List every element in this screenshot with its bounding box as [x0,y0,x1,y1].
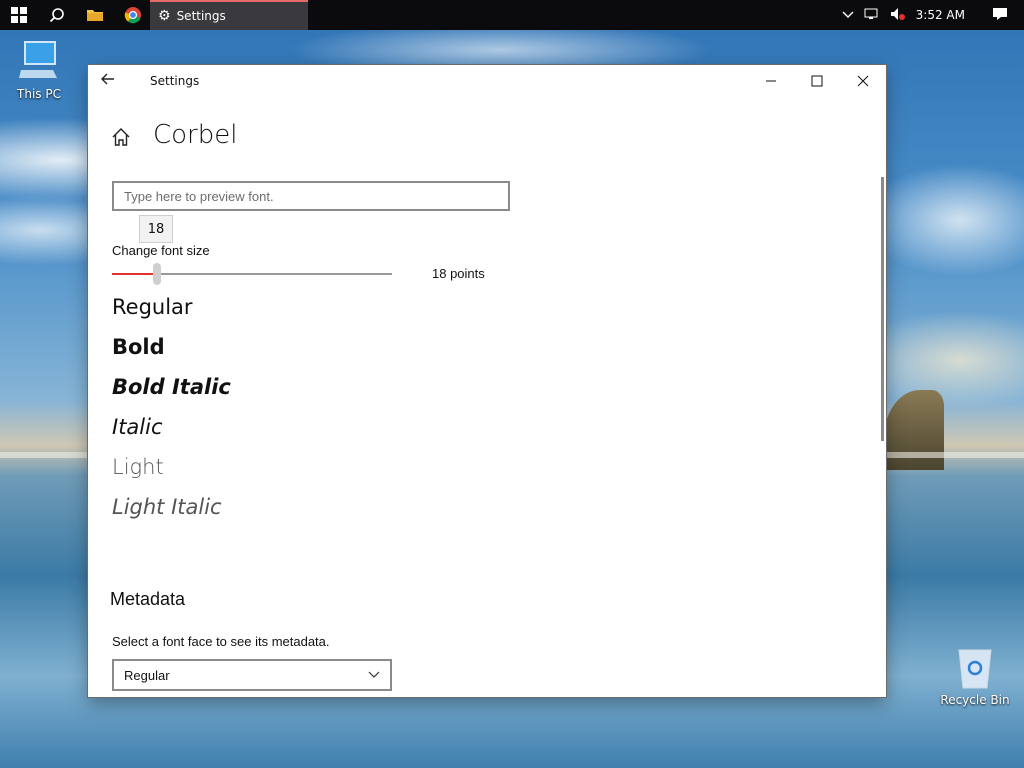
gear-icon: ⚙ [158,8,171,24]
slider-thumb[interactable] [152,263,161,285]
font-size-value: 18 points [432,266,485,281]
network-icon[interactable] [864,7,880,24]
clock[interactable]: 3:52 AM [916,8,965,22]
back-button[interactable] [100,71,116,91]
settings-window: Settings Corbel 18 Change font size 18 p… [88,65,886,697]
start-button[interactable] [0,0,38,30]
system-tray: 3:52 AM [837,0,1024,30]
desktop-icon-this-pc[interactable]: This PC [4,40,74,101]
face-bold: Bold [112,335,165,359]
metadata-prompt: Select a font face to see its metadata. [112,634,330,649]
desktop-icon-label: Recycle Bin [940,693,1010,707]
chrome-icon [124,7,141,24]
font-preview-input[interactable] [112,181,510,211]
maximize-icon [811,75,823,87]
home-button[interactable] [111,127,131,151]
maximize-button[interactable] [794,65,840,97]
back-arrow-icon [101,73,114,85]
rock-formation [884,390,944,470]
metadata-heading: Metadata [110,589,186,609]
action-center-icon[interactable] [992,7,1008,24]
file-explorer-button[interactable] [76,0,114,30]
minimize-icon [766,80,776,82]
window-title: Settings [150,74,200,88]
face-light: Light [112,455,164,479]
search-button[interactable] [38,0,76,30]
taskbar: ⚙ Settings 3:52 AM [0,0,1024,30]
chrome-button[interactable] [114,0,152,30]
face-bold-italic: Bold Italic [112,375,231,399]
page-title: Corbel [153,120,238,150]
face-regular: Regular [112,295,193,319]
title-bar: Settings [88,65,886,97]
close-button[interactable] [840,65,886,97]
font-face-dropdown[interactable]: Regular [112,659,392,691]
desktop-icon-recycle-bin[interactable]: Recycle Bin [940,644,1010,707]
home-icon [112,128,130,146]
slider-fill [112,273,157,275]
computer-icon [19,41,57,78]
chevron-up-icon[interactable] [842,8,854,22]
scrollbar[interactable] [881,177,884,441]
recycle-bin-icon [958,649,992,689]
search-icon [49,8,64,23]
desktop-icon-label: This PC [17,87,61,101]
minimize-button[interactable] [748,65,794,97]
windows-logo-icon [11,7,27,23]
font-size-label: Change font size [112,243,210,258]
face-light-italic: Light Italic [112,495,222,519]
close-icon [857,75,869,87]
face-italic: Italic [112,415,163,439]
chevron-down-icon [368,671,380,678]
taskbar-app-label: Settings [176,9,226,23]
font-size-tooltip: 18 [139,215,173,243]
folder-icon [87,10,103,21]
taskbar-settings-app[interactable]: ⚙ Settings [150,0,308,30]
font-size-slider[interactable] [112,263,392,285]
volume-muted-icon[interactable] [890,7,906,24]
dropdown-value: Regular [124,667,170,683]
